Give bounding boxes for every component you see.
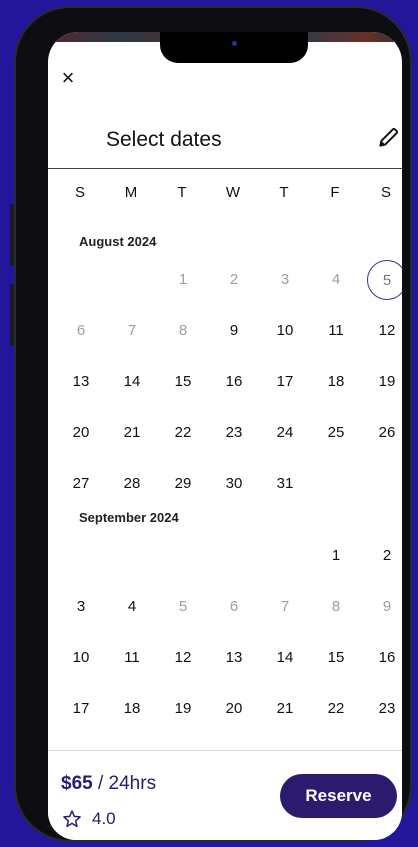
calendar-day: 5 [178, 598, 188, 615]
calendar-day: 8 [178, 322, 188, 339]
weekday-label: W [225, 184, 241, 201]
calendar-day[interactable]: 2 [367, 536, 402, 576]
notch [160, 32, 308, 63]
calendar-day[interactable]: 3 [61, 587, 101, 627]
calendar-day: 6 [229, 598, 239, 615]
calendar-day[interactable]: 31 [265, 464, 305, 504]
calendar-day: 7 [127, 322, 137, 339]
calendar-day[interactable]: 10 [61, 638, 101, 678]
calendar-day: 9 [382, 598, 392, 615]
footer-bar: $65 / 24hrs 4.0 Reserve [48, 750, 402, 840]
calendar-day[interactable]: 4 [112, 587, 152, 627]
reserve-button[interactable]: Reserve [280, 774, 397, 818]
star-outline-icon [63, 810, 81, 828]
calendar-day: 8 [331, 598, 341, 615]
calendar-day[interactable]: 9 [214, 311, 254, 351]
screen: × Select dates SMTWTFS August 2024 1 2 3 4 5 6… [48, 32, 402, 840]
calendar-day[interactable]: 23 [214, 413, 254, 453]
calendar-day[interactable]: 19 [367, 362, 402, 402]
weekday-label: S [74, 184, 85, 201]
calendar-day[interactable]: 19 [163, 689, 203, 729]
page-title: Select dates [106, 128, 222, 151]
calendar-day[interactable]: 25 [316, 413, 356, 453]
month-label: September 2024 [79, 510, 179, 525]
weekday-label: T [177, 184, 187, 201]
calendar-day[interactable]: 12 [163, 638, 203, 678]
calendar-day[interactable]: 10 [265, 311, 305, 351]
calendar-day[interactable]: 1 [316, 536, 356, 576]
calendar-day[interactable]: 16 [367, 638, 402, 678]
weekday-label: F [330, 184, 340, 201]
close-button[interactable]: × [56, 66, 80, 90]
header-divider [48, 168, 402, 169]
calendar-day: 7 [280, 598, 290, 615]
calendar-day[interactable]: 14 [265, 638, 305, 678]
calendar-day[interactable]: 22 [163, 413, 203, 453]
calendar-day[interactable]: 17 [265, 362, 305, 402]
close-icon: × [61, 65, 75, 90]
phone-frame: × Select dates SMTWTFS August 2024 1 2 3 4 5 6… [14, 6, 412, 842]
price-amount: $65 [61, 773, 93, 794]
calendar-day[interactable]: 18 [316, 362, 356, 402]
price: $65 / 24hrs [61, 773, 156, 795]
calendar-day[interactable]: 27 [61, 464, 101, 504]
calendar-day: 6 [76, 322, 86, 339]
calendar-day[interactable]: 20 [214, 689, 254, 729]
calendar-day[interactable]: 21 [265, 689, 305, 729]
weekday-label: S [380, 184, 391, 201]
calendar-day[interactable]: 14 [112, 362, 152, 402]
price-period: / 24hrs [92, 773, 157, 794]
weekday-label: T [279, 184, 289, 201]
calendar-day[interactable]: 29 [163, 464, 203, 504]
pencil-icon [379, 128, 398, 147]
calendar-day[interactable]: 24 [265, 413, 305, 453]
calendar-day[interactable]: 13 [214, 638, 254, 678]
calendar-day: 4 [331, 271, 341, 288]
calendar-day[interactable]: 21 [112, 413, 152, 453]
calendar-day[interactable]: 16 [214, 362, 254, 402]
calendar-day[interactable]: 20 [61, 413, 101, 453]
calendar-day[interactable]: 12 [367, 311, 402, 351]
calendar-day[interactable]: 22 [316, 689, 356, 729]
calendar-day-selected[interactable]: 5 [367, 260, 402, 300]
calendar-day[interactable]: 15 [163, 362, 203, 402]
calendar-day[interactable]: 18 [112, 689, 152, 729]
weekday-label: M [124, 184, 138, 201]
calendar-day[interactable]: 28 [112, 464, 152, 504]
rating-value: 4.0 [92, 809, 116, 828]
calendar-day: 1 [178, 271, 188, 288]
weekday-header: SMTWTFS [55, 184, 402, 204]
edit-button[interactable] [376, 124, 402, 150]
calendar-day[interactable]: 26 [367, 413, 402, 453]
calendar-day[interactable]: 15 [316, 638, 356, 678]
calendar-day[interactable]: 11 [112, 638, 152, 678]
calendar-day[interactable]: 17 [61, 689, 101, 729]
rating: 4.0 [62, 809, 116, 829]
calendar-day: 3 [280, 271, 290, 288]
month-label: August 2024 [79, 234, 157, 249]
calendar-day[interactable]: 30 [214, 464, 254, 504]
calendar-day[interactable]: 11 [316, 311, 356, 351]
calendar-day[interactable]: 23 [367, 689, 402, 729]
calendar-day: 2 [229, 271, 239, 288]
calendar-day[interactable]: 13 [61, 362, 101, 402]
camera-icon [232, 41, 237, 46]
